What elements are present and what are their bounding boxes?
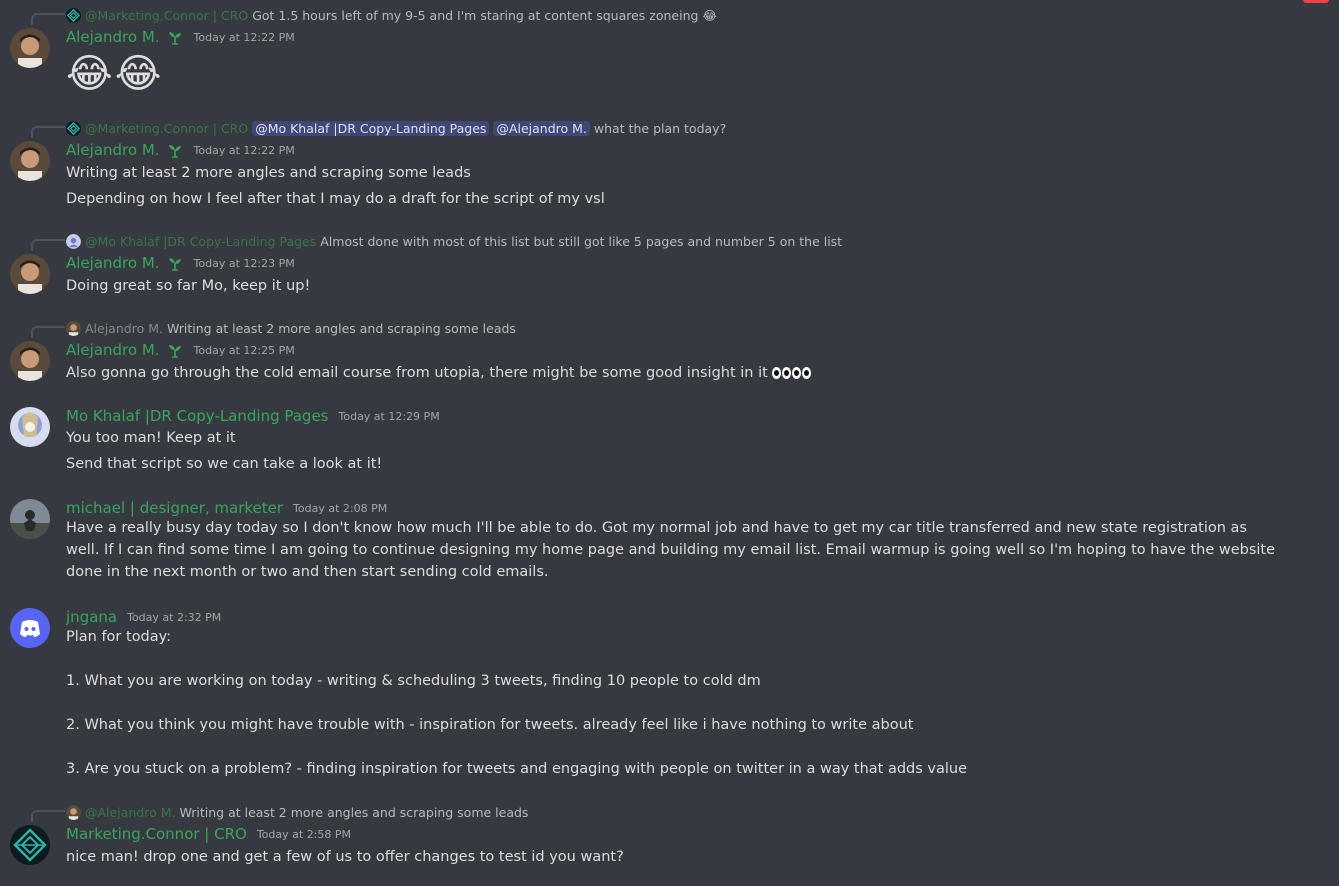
message-text: Also gonna go through the cold email cou… <box>66 365 768 381</box>
username[interactable]: Alejandro M. <box>66 341 160 359</box>
username[interactable]: michael | designer, marketer <box>66 499 283 517</box>
message: Alejandro M. Writing at least 2 more ang… <box>0 317 1339 389</box>
username[interactable]: Alejandro M. <box>66 254 160 272</box>
sprout-icon[interactable] <box>166 28 184 46</box>
big-emoji: 😂 😂 <box>66 51 162 97</box>
avatar[interactable] <box>10 499 50 539</box>
reply-preview[interactable]: @Mo Khalaf |DR Copy-Landing Pages Almost… <box>66 232 842 250</box>
message-content: 3. Are you stuck on a problem? - finding… <box>66 761 968 777</box>
reply-spine <box>31 13 65 25</box>
message: @Mo Khalaf |DR Copy-Landing Pages Almost… <box>0 230 1339 302</box>
username[interactable]: jngana <box>66 608 117 626</box>
diamond-logo-icon <box>66 120 81 136</box>
sprout-icon[interactable] <box>166 341 184 359</box>
timestamp[interactable]: Today at 2:08 PM <box>293 502 387 515</box>
reply-spine <box>31 810 65 822</box>
reply-author[interactable]: Alejandro M. <box>85 321 163 336</box>
reply-preview[interactable]: Alejandro M. Writing at least 2 more ang… <box>66 319 516 337</box>
reply-text: Almost done with most of this list but s… <box>320 233 843 249</box>
message-content: Doing great so far Mo, keep it up! <box>66 278 311 294</box>
user-avatar-icon <box>66 804 81 820</box>
message-header: Alejandro M. Today at 12:25 PM <box>66 341 295 359</box>
message-content: 2. What you think you might have trouble… <box>66 717 914 733</box>
chat-messages: @Marketing.Connor | CRO Got 1.5 hours le… <box>0 0 1339 886</box>
message-content: 1. What you are working on today - writi… <box>66 673 761 689</box>
avatar[interactable] <box>10 608 50 648</box>
message: Mo Khalaf |DR Copy-Landing Pages Today a… <box>0 405 1339 480</box>
user-avatar-icon <box>66 233 81 249</box>
avatar[interactable] <box>10 825 50 865</box>
discord-icon <box>20 620 40 637</box>
message: @Alejandro M. Writing at least 2 more an… <box>0 801 1339 881</box>
reply-preview[interactable]: @Alejandro M. Writing at least 2 more an… <box>66 803 528 821</box>
notification-indicator[interactable] <box>1303 0 1329 3</box>
user-avatar-icon <box>66 320 81 336</box>
reply-spine <box>31 126 65 138</box>
diamond-logo-icon <box>66 7 81 23</box>
avatar[interactable] <box>10 141 50 181</box>
mention[interactable]: @Alejandro M. <box>493 120 590 136</box>
message-header: Alejandro M. Today at 12:22 PM <box>66 28 295 46</box>
message-header: Alejandro M. Today at 12:23 PM <box>66 254 295 272</box>
reply-text: Got 1.5 hours left of my 9-5 and I'm sta… <box>252 7 699 23</box>
reply-author[interactable]: @Marketing.Connor | CRO <box>85 121 248 136</box>
reply-preview[interactable]: @Marketing.Connor | CRO Got 1.5 hours le… <box>66 6 717 24</box>
message-content: You too man! Keep at it <box>66 430 236 446</box>
reply-text: what the plan today? <box>593 120 727 136</box>
timestamp[interactable]: Today at 12:23 PM <box>194 257 295 270</box>
message: @Marketing.Connor | CRO @Mo Khalaf |DR C… <box>0 117 1339 217</box>
laughing-crying-emoji[interactable]: 😂 <box>66 51 113 97</box>
message-header: Mo Khalaf |DR Copy-Landing Pages Today a… <box>66 407 440 425</box>
message: michael | designer, marketer Today at 2:… <box>0 497 1339 587</box>
reply-author[interactable]: @Mo Khalaf |DR Copy-Landing Pages <box>85 234 316 249</box>
username[interactable]: Marketing.Connor | CRO <box>66 825 247 843</box>
message-header: Alejandro M. Today at 12:22 PM <box>66 141 295 159</box>
eyes-emoji[interactable] <box>772 367 812 379</box>
mention[interactable]: @Mo Khalaf |DR Copy-Landing Pages <box>252 120 490 136</box>
message-content: Depending on how I feel after that I may… <box>66 191 605 207</box>
avatar[interactable] <box>10 407 50 447</box>
timestamp[interactable]: Today at 12:25 PM <box>194 344 295 357</box>
timestamp[interactable]: Today at 2:58 PM <box>257 828 351 841</box>
timestamp[interactable]: Today at 12:29 PM <box>339 410 440 423</box>
avatar[interactable] <box>10 341 50 381</box>
reply-author[interactable]: @Marketing.Connor | CRO <box>85 8 248 23</box>
reply-preview[interactable]: @Marketing.Connor | CRO @Mo Khalaf |DR C… <box>66 119 726 137</box>
reply-text: Writing at least 2 more angles and scrap… <box>179 804 529 820</box>
message-content: Plan for today: <box>66 629 172 645</box>
message-content: Have a really busy day today so I don't … <box>66 520 1276 580</box>
timestamp[interactable]: Today at 2:32 PM <box>127 611 221 624</box>
reply-spine <box>31 239 65 251</box>
sprout-icon[interactable] <box>166 254 184 272</box>
message-content: Writing at least 2 more angles and scrap… <box>66 165 471 181</box>
reply-text: Writing at least 2 more angles and scrap… <box>166 320 516 336</box>
message-content: nice man! drop one and get a few of us t… <box>66 849 624 865</box>
username[interactable]: Alejandro M. <box>66 28 160 46</box>
message-content: Also gonna go through the cold email cou… <box>66 362 1276 384</box>
message-header: michael | designer, marketer Today at 2:… <box>66 499 387 517</box>
sprout-icon[interactable] <box>166 141 184 159</box>
message: @Marketing.Connor | CRO Got 1.5 hours le… <box>0 4 1339 104</box>
reply-author[interactable]: @Alejandro M. <box>85 805 175 820</box>
diamond-logo-icon <box>10 825 50 865</box>
message-header: jngana Today at 2:32 PM <box>66 608 221 626</box>
message-content: Send that script so we can take a look a… <box>66 456 383 472</box>
username[interactable]: Mo Khalaf |DR Copy-Landing Pages <box>66 407 329 425</box>
username[interactable]: Alejandro M. <box>66 141 160 159</box>
laughing-crying-emoji[interactable]: 😂 <box>115 51 162 97</box>
reply-spine <box>31 326 65 338</box>
timestamp[interactable]: Today at 12:22 PM <box>194 144 295 157</box>
avatar[interactable] <box>10 254 50 294</box>
message-header: Marketing.Connor | CRO Today at 2:58 PM <box>66 825 351 843</box>
reply-emoji: 😂 <box>702 7 718 23</box>
avatar[interactable] <box>10 28 50 68</box>
timestamp[interactable]: Today at 12:22 PM <box>194 31 295 44</box>
message: jngana Today at 2:32 PM Plan for today: … <box>0 606 1339 786</box>
